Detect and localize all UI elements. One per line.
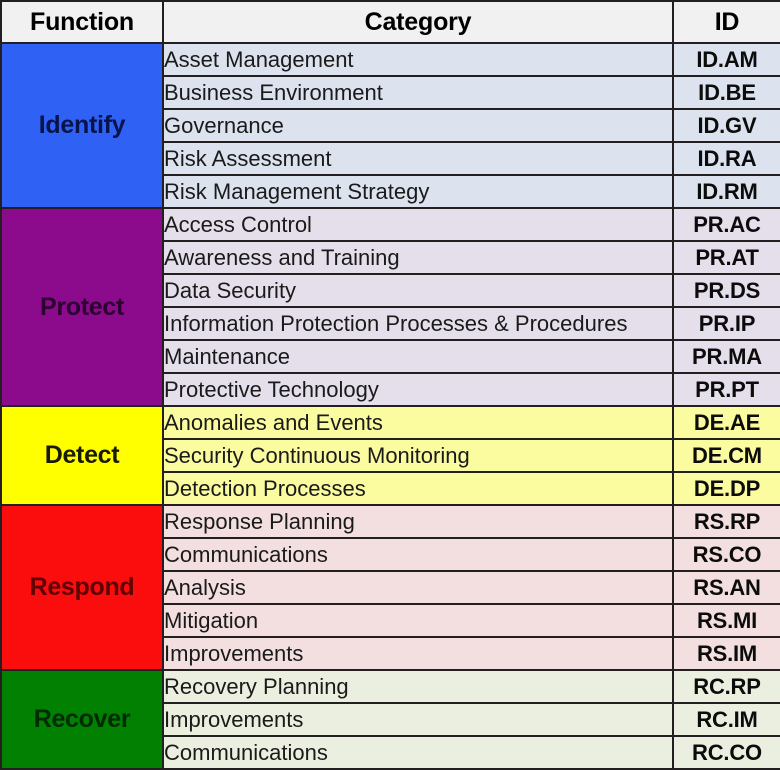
- function-cell-identify: Identify: [0, 42, 164, 209]
- category-cell: Asset Management: [162, 42, 674, 77]
- id-cell: RC.CO: [672, 735, 780, 770]
- id-cell: PR.AT: [672, 240, 780, 275]
- category-cell: Communications: [162, 537, 674, 572]
- category-cell: Communications: [162, 735, 674, 770]
- category-cell: Business Environment: [162, 75, 674, 110]
- table-row: Recover Recovery Planning RC.RP: [0, 669, 780, 770]
- function-cell-detect: Detect: [0, 405, 164, 506]
- category-cell: Improvements: [162, 702, 674, 737]
- function-cell-respond: Respond: [0, 504, 164, 671]
- table-row: Detect Anomalies and Events DE.AE: [0, 405, 780, 506]
- category-cell: Awareness and Training: [162, 240, 674, 275]
- function-cell-recover: Recover: [0, 669, 164, 770]
- id-cell: ID.RA: [672, 141, 780, 176]
- id-cell: RS.CO: [672, 537, 780, 572]
- category-cell: Security Continuous Monitoring: [162, 438, 674, 473]
- table-row: Respond Response Planning RS.RP: [0, 504, 780, 671]
- id-cell: DE.AE: [672, 405, 780, 440]
- category-cell: Protective Technology: [162, 372, 674, 407]
- category-cell: Improvements: [162, 636, 674, 671]
- table-body: Identify Asset Management ID.AM Business En…: [0, 42, 780, 770]
- id-cell: ID.BE: [672, 75, 780, 110]
- id-cell: PR.MA: [672, 339, 780, 374]
- id-cell: PR.AC: [672, 207, 780, 242]
- id-cell: DE.CM: [672, 438, 780, 473]
- id-cell: RS.IM: [672, 636, 780, 671]
- category-cell: Risk Assessment: [162, 141, 674, 176]
- id-cell: ID.GV: [672, 108, 780, 143]
- id-cell: RS.AN: [672, 570, 780, 605]
- category-cell: Detection Processes: [162, 471, 674, 506]
- id-cell: RS.RP: [672, 504, 780, 539]
- table-row: Protect Access Control PR.AC: [0, 207, 780, 407]
- id-cell: RC.RP: [672, 669, 780, 704]
- id-cell: DE.DP: [672, 471, 780, 506]
- id-cell: RC.IM: [672, 702, 780, 737]
- category-cell: Data Security: [162, 273, 674, 308]
- id-cell: ID.AM: [672, 42, 780, 77]
- category-cell: Information Protection Processes & Proce…: [162, 306, 674, 341]
- id-cell: ID.RM: [672, 174, 780, 209]
- id-cell: PR.PT: [672, 372, 780, 407]
- table-row: Identify Asset Management ID.AM: [0, 42, 780, 209]
- table-header-row: Function Category ID: [0, 0, 780, 44]
- category-cell: Governance: [162, 108, 674, 143]
- column-header-category: Category: [162, 0, 674, 44]
- category-cell: Risk Management Strategy: [162, 174, 674, 209]
- id-cell: RS.MI: [672, 603, 780, 638]
- category-cell: Mitigation: [162, 603, 674, 638]
- category-cell: Access Control: [162, 207, 674, 242]
- category-cell: Maintenance: [162, 339, 674, 374]
- category-cell: Analysis: [162, 570, 674, 605]
- category-cell: Response Planning: [162, 504, 674, 539]
- framework-function-category-table: Function Category ID Identify Asset Manag…: [0, 0, 780, 770]
- column-header-id: ID: [672, 0, 780, 44]
- category-cell: Recovery Planning: [162, 669, 674, 704]
- category-cell: Anomalies and Events: [162, 405, 674, 440]
- column-header-function: Function: [0, 0, 164, 44]
- id-cell: PR.DS: [672, 273, 780, 308]
- id-cell: PR.IP: [672, 306, 780, 341]
- function-cell-protect: Protect: [0, 207, 164, 407]
